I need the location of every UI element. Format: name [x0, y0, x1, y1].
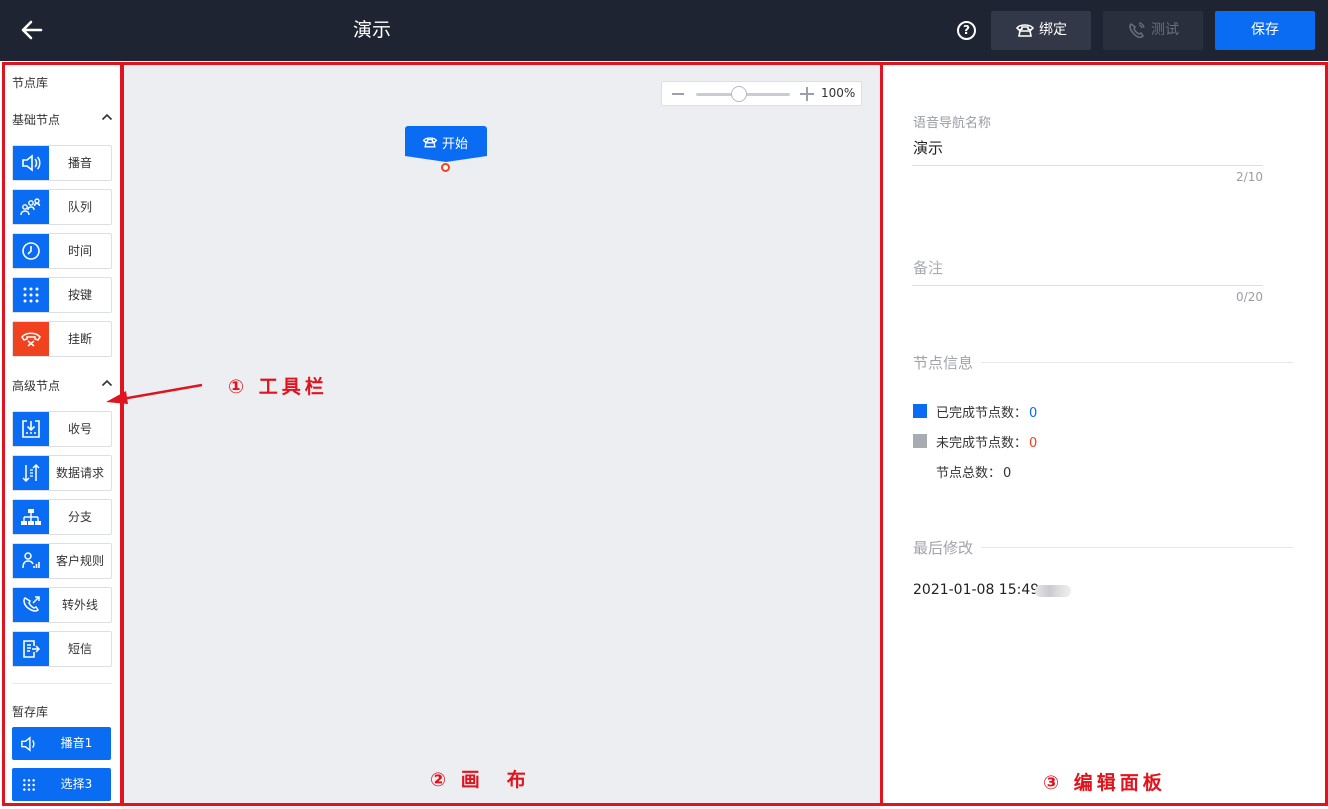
canvas-annotation: ② 画 布: [430, 769, 530, 791]
node-info-section: 节点信息: [913, 352, 1293, 373]
keypad-icon: [20, 776, 38, 794]
zoom-in-icon[interactable]: [800, 87, 814, 101]
node-label: 短信: [67, 642, 92, 656]
zoom-out-icon[interactable]: [672, 93, 684, 95]
start-node[interactable]: 开始: [405, 126, 487, 162]
incomplete-legend-swatch: [913, 434, 927, 448]
node-label: 按键: [67, 288, 92, 302]
incomplete-label: 未完成节点数：: [936, 436, 1028, 451]
node-customer-rule[interactable]: 客户规则: [12, 543, 112, 579]
call-test-icon: [1129, 22, 1145, 39]
completed-legend-swatch: [913, 404, 927, 418]
save-button[interactable]: 保存: [1215, 11, 1315, 50]
chevron-up-icon[interactable]: [101, 112, 113, 122]
annotation-arrow-icon: [106, 383, 203, 404]
sidebar-divider: [12, 683, 112, 684]
node-transfer-external[interactable]: 转外线: [12, 587, 112, 623]
speaker-icon: [20, 735, 38, 753]
speaker-icon: [13, 146, 49, 180]
last-modified-time: 2021-01-08 15:49: [913, 582, 1040, 598]
bind-button[interactable]: 绑定: [991, 11, 1091, 50]
node-branch[interactable]: 分支: [12, 499, 112, 535]
name-input[interactable]: 演示: [913, 137, 943, 158]
zoom-control: 100%: [661, 81, 862, 106]
node-sms[interactable]: 短信: [12, 631, 112, 667]
completed-label: 已完成节点数：: [936, 406, 1028, 421]
zoom-slider-thumb[interactable]: [731, 86, 747, 102]
incomplete-count: 0: [1029, 436, 1038, 451]
node-broadcast[interactable]: 播音: [12, 145, 112, 181]
node-label: 挂断: [67, 332, 92, 346]
back-arrow-icon[interactable]: [20, 18, 44, 42]
zoom-value: 100%: [821, 86, 856, 100]
page-title: 演示: [353, 19, 392, 41]
completed-count: 0: [1029, 406, 1038, 421]
name-char-count: 2/10: [1236, 170, 1263, 184]
total-count: 0: [1003, 466, 1012, 481]
help-icon[interactable]: ?: [957, 21, 976, 40]
bind-button-label: 绑定: [1039, 22, 1067, 38]
name-field-label: 语音导航名称: [913, 116, 992, 131]
last-modified-title: 最后修改: [913, 537, 982, 558]
advanced-nodes-title: 高级节点: [12, 379, 61, 393]
node-label: 播音: [67, 156, 92, 170]
editor-annotation: ③ 编辑面板: [1043, 772, 1166, 794]
remark-char-count: 0/20: [1236, 290, 1263, 304]
test-button[interactable]: 测试: [1103, 11, 1203, 50]
node-library-sidebar: 节点库 基础节点 播音 队列 时间 按键 挂断 高级节点 收号 数据请求 分支 …: [0, 61, 121, 809]
stash-item-label: 播音1: [60, 736, 93, 750]
stash-title: 暂存库: [12, 705, 49, 719]
stash-item-label: 选择3: [60, 777, 93, 791]
transfer-call-icon: [13, 588, 49, 622]
node-label: 分支: [67, 510, 92, 524]
branch-icon: [13, 500, 49, 534]
blurred-username: [1035, 585, 1071, 597]
remark-input-underline: [912, 285, 1263, 286]
hangup-icon: [13, 322, 49, 356]
node-collect-digits[interactable]: 收号: [12, 411, 112, 447]
node-label: 收号: [67, 422, 92, 436]
node-label: 转外线: [61, 598, 98, 612]
keypad-icon: [13, 278, 49, 312]
node-info-title: 节点信息: [913, 352, 982, 373]
node-hangup[interactable]: 挂断: [12, 321, 112, 357]
node-label: 客户规则: [55, 554, 104, 568]
data-request-icon: [13, 456, 49, 490]
node-label: 数据请求: [55, 466, 104, 480]
flow-canvas[interactable]: 100% 开始: [121, 61, 880, 809]
start-node-output-port[interactable]: [441, 163, 450, 172]
toolbar-annotation: ① 工具栏: [228, 376, 328, 398]
node-data-request[interactable]: 数据请求: [12, 455, 112, 491]
total-label: 节点总数：: [936, 466, 1002, 481]
node-time[interactable]: 时间: [12, 233, 112, 269]
queue-people-icon: [13, 190, 49, 224]
node-label: 队列: [67, 200, 92, 214]
phone-icon: [1015, 24, 1035, 37]
name-input-underline: [912, 165, 1263, 166]
top-header: 演示 ? 绑定 测试 保存: [0, 0, 1328, 61]
stash-item-select[interactable]: 选择3: [12, 768, 111, 801]
last-modified-section: 最后修改: [913, 537, 1293, 558]
basic-nodes-title: 基础节点: [12, 113, 61, 127]
clock-icon: [13, 234, 49, 268]
node-queue[interactable]: 队列: [12, 189, 112, 225]
collect-digits-icon: [13, 412, 49, 446]
node-keypress[interactable]: 按键: [12, 277, 112, 313]
stash-item-broadcast[interactable]: 播音1: [12, 727, 111, 760]
node-label: 时间: [67, 244, 92, 258]
sms-icon: [13, 632, 49, 666]
remark-input[interactable]: 备注: [913, 257, 943, 278]
edit-panel: 语音导航名称 演示 2/10 备注 0/20 节点信息 已完成节点数： 0 未完成…: [880, 61, 1328, 809]
test-button-label: 测试: [1151, 22, 1179, 38]
node-library-title: 节点库: [12, 76, 49, 90]
customer-rule-icon: [13, 544, 49, 578]
start-node-label: 开始: [441, 137, 468, 152]
